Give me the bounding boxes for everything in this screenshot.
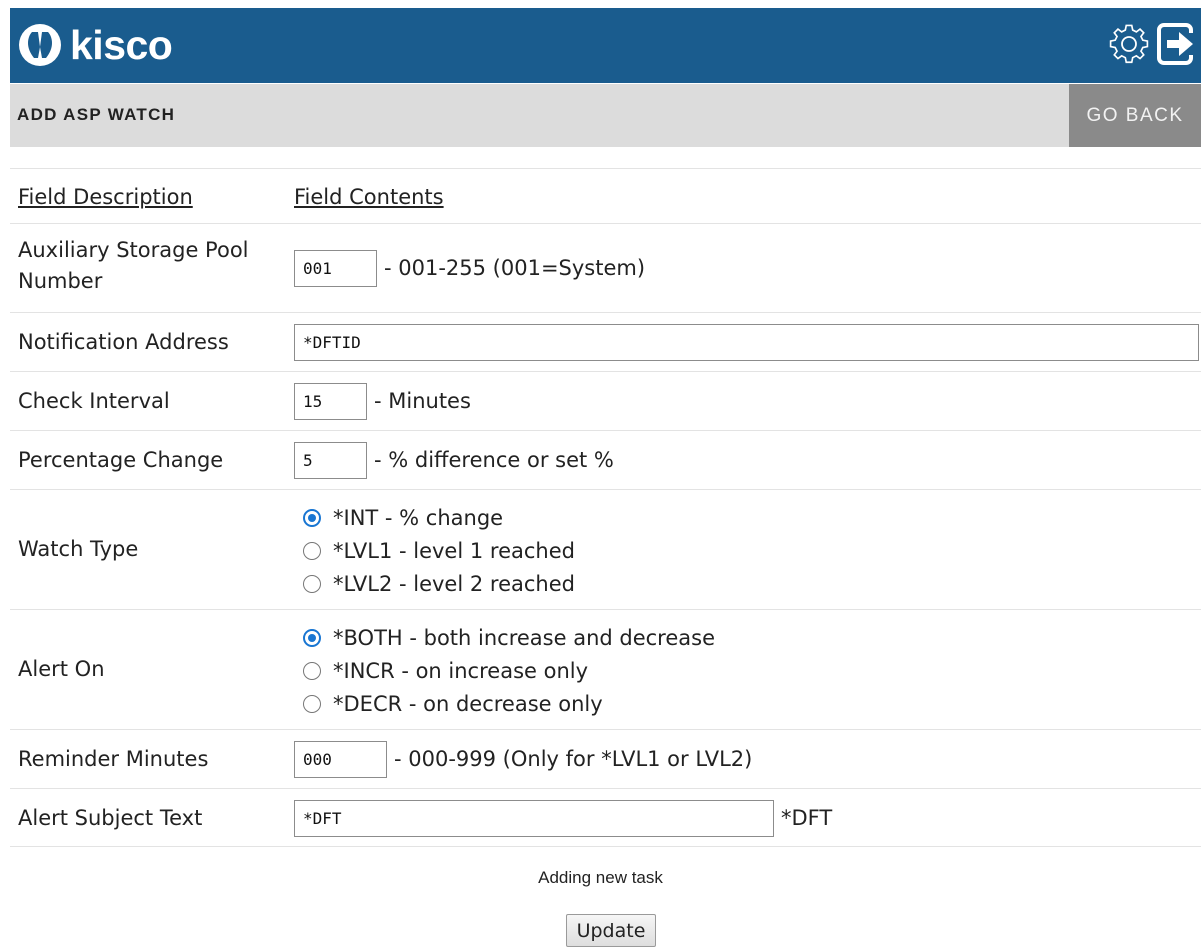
logout-icon[interactable] [1153, 19, 1199, 69]
reminder-minutes-input[interactable] [294, 741, 387, 778]
alert-subject-input[interactable] [294, 800, 774, 837]
radio-button[interactable] [303, 574, 321, 593]
alert-on-option-both[interactable]: *BOTH - both increase and decrease [294, 621, 715, 654]
kisco-logo-icon [19, 24, 61, 66]
top-icons [1107, 19, 1199, 69]
radio-button[interactable] [303, 661, 321, 680]
go-back-button[interactable]: GO BACK [1069, 84, 1201, 147]
alert-subject-label: Alert Subject Text [18, 806, 203, 830]
update-button[interactable]: Update [566, 914, 656, 947]
watch-type-option-label: *LVL1 - level 1 reached [333, 538, 575, 563]
check-interval-label: Check Interval [18, 389, 170, 413]
alert-on-row: Alert On *BOTH - both increase and decre… [10, 609, 1201, 729]
field-description-header: Field Description [18, 185, 193, 209]
asp-number-hint: - 001-255 (001=System) [384, 256, 646, 280]
check-interval-input[interactable] [294, 383, 367, 420]
percentage-change-label: Percentage Change [18, 448, 224, 472]
alert-on-option-label: *BOTH - both increase and decrease [333, 625, 715, 650]
watch-type-label: Watch Type [18, 537, 139, 561]
table-header-row: Field Description Field Contents [10, 168, 1201, 223]
form-table: Field Description Field Contents Auxilia… [10, 168, 1201, 847]
alert-on-option-label: *DECR - on decrease only [333, 691, 603, 716]
radio-button[interactable] [303, 694, 321, 713]
reminder-minutes-label: Reminder Minutes [18, 747, 209, 771]
watch-type-option-label: *INT - % change [333, 505, 504, 530]
asp-number-input[interactable] [294, 250, 377, 287]
percentage-change-input[interactable] [294, 442, 367, 479]
asp-number-label: Auxiliary Storage Pool Number [18, 238, 249, 293]
asp-number-row: Auxiliary Storage Pool Number - 001-255 … [10, 223, 1201, 312]
page-title: ADD ASP WATCH [17, 105, 176, 124]
alert-on-label: Alert On [18, 657, 105, 681]
alert-subject-row: Alert Subject Text *DFT [10, 788, 1201, 847]
brand-name: kisco [70, 22, 173, 68]
status-message: Adding new task [538, 868, 663, 887]
top-bar: kisco [10, 8, 1201, 83]
kisco-logo[interactable]: kisco [18, 22, 173, 68]
watch-type-option-lvl2[interactable]: *LVL2 - level 2 reached [294, 567, 575, 600]
watch-type-option-label: *LVL2 - level 2 reached [333, 571, 575, 596]
reminder-minutes-hint: - 000-999 (Only for *LVL1 or LVL2) [394, 747, 753, 771]
watch-type-row: Watch Type *INT - % change *LVL1 - level… [10, 489, 1201, 609]
radio-button[interactable] [303, 541, 321, 560]
radio-button-checked[interactable] [303, 508, 321, 527]
notification-address-row: Notification Address [10, 312, 1201, 371]
check-interval-hint: - Minutes [374, 389, 471, 413]
notification-address-input[interactable] [294, 324, 1199, 361]
gear-icon[interactable] [1107, 19, 1153, 69]
alert-on-option-label: *INCR - on increase only [333, 658, 589, 683]
watch-type-option-lvl1[interactable]: *LVL1 - level 1 reached [294, 534, 575, 567]
radio-button-checked[interactable] [303, 628, 321, 647]
reminder-minutes-row: Reminder Minutes - 000-999 (Only for *LV… [10, 729, 1201, 788]
alert-on-option-decr[interactable]: *DECR - on decrease only [294, 687, 603, 720]
alert-subject-hint: *DFT [781, 806, 833, 830]
notification-address-label: Notification Address [18, 330, 229, 354]
percentage-change-row: Percentage Change - % difference or set … [10, 430, 1201, 489]
watch-type-option-int[interactable]: *INT - % change [294, 501, 503, 534]
check-interval-row: Check Interval - Minutes [10, 371, 1201, 430]
alert-on-option-incr[interactable]: *INCR - on increase only [294, 654, 588, 687]
percentage-change-hint: - % difference or set % [374, 448, 614, 472]
page-header-bar: ADD ASP WATCH GO BACK [10, 84, 1201, 147]
field-contents-header: Field Contents [294, 185, 444, 209]
